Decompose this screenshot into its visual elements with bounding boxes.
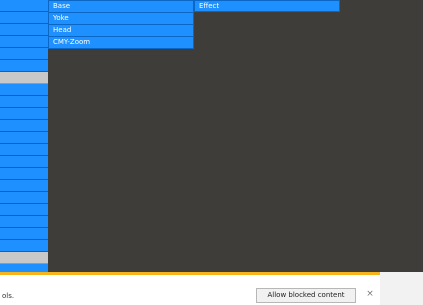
menu-item-cmy-zoom[interactable]: CMY-Zoom: [49, 37, 193, 48]
grid-cell[interactable]: [0, 132, 48, 144]
grid-cell[interactable]: [0, 204, 48, 216]
security-message: ols.: [2, 292, 15, 300]
close-icon[interactable]: ×: [365, 289, 375, 301]
grid-cell[interactable]: [0, 84, 48, 96]
grid-cell[interactable]: [0, 48, 48, 60]
grid-cell[interactable]: [0, 24, 48, 36]
grid-cell[interactable]: [0, 168, 48, 180]
grid-cell[interactable]: [0, 144, 48, 156]
grid-cell-selected[interactable]: [0, 72, 48, 84]
grid-cell[interactable]: [0, 96, 48, 108]
security-warning-bar: ols. Allow blocked content ×: [0, 272, 380, 305]
grid-cell[interactable]: [0, 60, 48, 72]
menu-item-yoke[interactable]: Yoke: [49, 13, 193, 25]
menu-item-head[interactable]: Head: [49, 25, 193, 37]
grid-cell-selected[interactable]: [0, 252, 48, 264]
grid-cell[interactable]: [0, 228, 48, 240]
grid-cell[interactable]: [0, 192, 48, 204]
grid-cell[interactable]: [0, 0, 48, 12]
allow-blocked-content-button[interactable]: Allow blocked content: [256, 288, 356, 303]
grid-cell[interactable]: [0, 36, 48, 48]
grid-cell[interactable]: [0, 240, 48, 252]
grid-cell[interactable]: [0, 156, 48, 168]
menu-item-base[interactable]: Base: [49, 1, 193, 13]
grid-cell[interactable]: [0, 120, 48, 132]
dropdown-menu: Base Yoke Head CMY-Zoom: [48, 0, 194, 49]
grid-cell[interactable]: [0, 12, 48, 24]
effect-cell[interactable]: Effect: [194, 0, 340, 12]
grid-cell[interactable]: [0, 180, 48, 192]
grid-left-column: [0, 0, 48, 272]
grid-cell[interactable]: [0, 108, 48, 120]
statusbar-edge: [380, 272, 423, 305]
grid-cell[interactable]: [0, 264, 48, 272]
grid-cell[interactable]: [0, 216, 48, 228]
